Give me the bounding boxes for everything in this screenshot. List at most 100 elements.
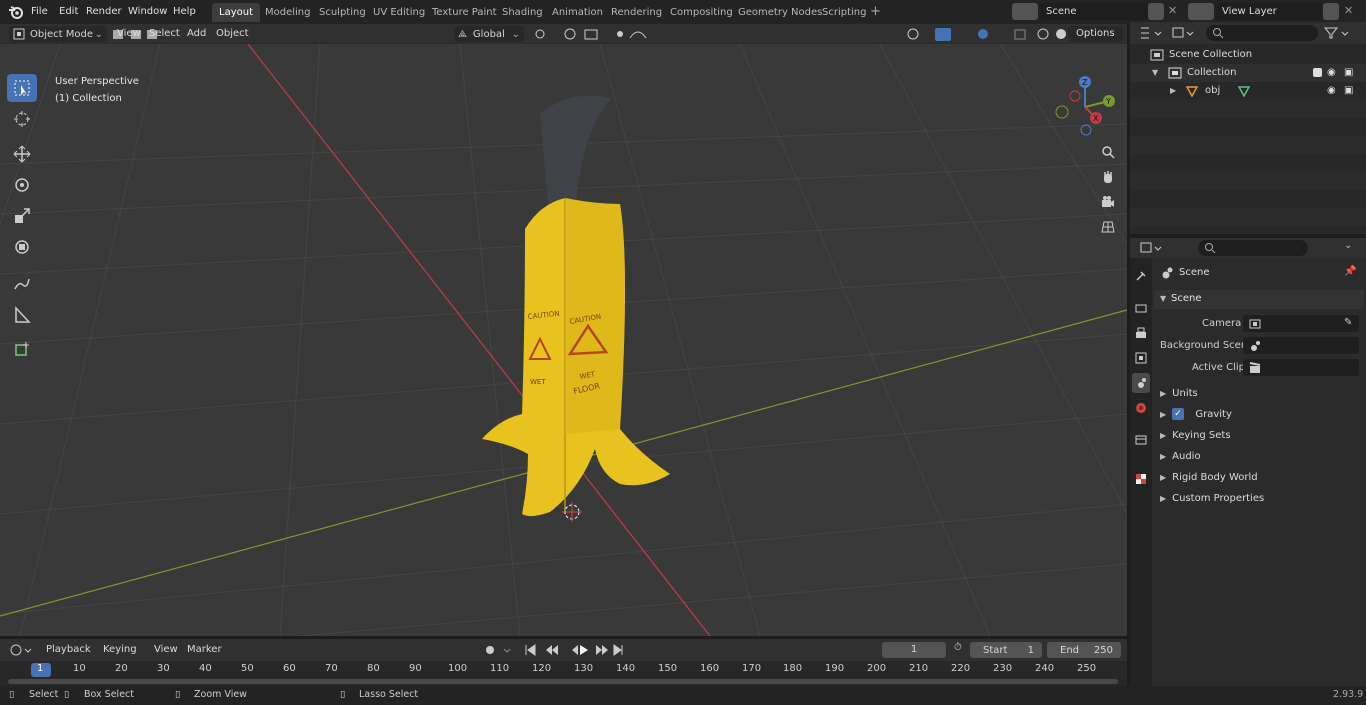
annotate-tool[interactable]	[7, 270, 37, 298]
world-tab-icon[interactable]	[1132, 398, 1150, 418]
texture-tab-icon[interactable]	[1132, 469, 1150, 489]
navigation-gizmo[interactable]: Z Y X	[1050, 72, 1120, 142]
obj-render-camera-icon[interactable]: ▣	[1344, 82, 1353, 100]
scene-close-icon[interactable]: ✕	[1168, 4, 1177, 17]
tab-texture-paint[interactable]: Texture Paint	[425, 3, 504, 22]
mesh-data-icon[interactable]	[1238, 85, 1250, 97]
menu-window[interactable]: Window	[124, 4, 171, 20]
scale-tool[interactable]	[7, 202, 37, 230]
3d-viewport[interactable]: CAUTION CAUTION WET WET FLOOR User Persp…	[0, 44, 1127, 636]
end-frame-field[interactable]: End 250	[1047, 642, 1121, 658]
panel-units[interactable]: ▶ Units	[1154, 384, 1364, 403]
expand-right-icon[interactable]: ▶	[1170, 82, 1176, 100]
tab-uv-editing[interactable]: UV Editing	[366, 3, 432, 22]
properties-options-chevron-icon[interactable]: ⌄	[1344, 240, 1352, 251]
view-layer-close-icon[interactable]: ✕	[1344, 4, 1353, 17]
add-cube-tool[interactable]	[7, 335, 37, 363]
view-layer-tab-icon[interactable]	[1132, 348, 1150, 368]
tab-rendering[interactable]: Rendering	[604, 3, 669, 22]
viewport-menu-add[interactable]: Add	[183, 26, 210, 42]
obj-visibility-eye-icon[interactable]: ◉	[1327, 82, 1336, 100]
properties-search-input[interactable]	[1198, 240, 1308, 256]
properties-editor-type-icon[interactable]	[1138, 240, 1164, 256]
tab-scripting[interactable]: Scripting	[815, 3, 873, 22]
scene-copy-icon[interactable]	[1148, 3, 1164, 20]
outliner-row-scene-collection[interactable]: Scene Collection	[1130, 46, 1366, 64]
add-workspace-icon[interactable]: +	[870, 5, 881, 18]
viewport-menu-view[interactable]: View	[113, 26, 145, 42]
scene-name-field[interactable]: Scene	[1040, 3, 1148, 20]
display-mode-icon[interactable]	[1170, 25, 1196, 41]
menu-help[interactable]: Help	[169, 4, 200, 20]
select-box-tool[interactable]	[7, 74, 37, 102]
outliner-row-collection[interactable]: ▼ Collection ◉ ▣	[1130, 64, 1366, 82]
current-frame-field[interactable]: 1	[882, 642, 946, 658]
playback-controls[interactable]	[520, 642, 630, 658]
options-dropdown[interactable]: Options	[1068, 26, 1123, 42]
timeline-menu-marker[interactable]: Marker	[183, 642, 226, 658]
render-tab-icon[interactable]	[1132, 298, 1150, 318]
viewport-menu-select[interactable]: Select	[145, 26, 184, 42]
collection-exclude-checkbox[interactable]	[1313, 68, 1322, 77]
output-tab-icon[interactable]	[1132, 323, 1150, 343]
viewport-menu-object[interactable]: Object	[212, 26, 253, 42]
outliner-editor-type-icon[interactable]	[1138, 25, 1164, 41]
view-layer-field[interactable]: View Layer	[1216, 3, 1322, 20]
measure-tool[interactable]	[7, 301, 37, 329]
visibility-eye-icon[interactable]: ◉	[1327, 64, 1336, 82]
panel-keying-sets[interactable]: ▶ Keying Sets	[1154, 426, 1364, 445]
tab-modeling[interactable]: Modeling	[258, 3, 318, 22]
camera-field[interactable]	[1243, 315, 1359, 332]
active-clip-field[interactable]	[1243, 359, 1359, 376]
outliner-search-input[interactable]	[1206, 25, 1318, 41]
tab-animation[interactable]: Animation	[545, 3, 610, 22]
eyedropper-icon[interactable]: ✎	[1344, 317, 1352, 328]
timeline-menu-keying[interactable]: Keying	[99, 642, 141, 658]
zoom-icon[interactable]	[1097, 141, 1119, 163]
blender-logo-icon[interactable]	[8, 4, 24, 20]
pan-hand-icon[interactable]	[1097, 166, 1119, 188]
transform-tool[interactable]	[7, 233, 37, 261]
perspective-grid-icon[interactable]	[1097, 216, 1119, 238]
timeline-editor-type-icon[interactable]	[8, 642, 34, 658]
tab-shading[interactable]: Shading	[495, 3, 550, 22]
camera-view-icon[interactable]	[1097, 191, 1119, 213]
gravity-checkbox[interactable]: ✓	[1172, 408, 1184, 420]
start-frame-field[interactable]: Start 1	[970, 642, 1042, 658]
panel-rigid-body-world[interactable]: ▶ Rigid Body World	[1154, 468, 1364, 487]
timeline-menu-playback[interactable]: Playback	[42, 642, 95, 658]
panel-custom-properties[interactable]: ▶ Custom Properties	[1154, 489, 1364, 508]
frame-tick: 40	[199, 663, 212, 674]
render-camera-icon[interactable]: ▣	[1344, 64, 1353, 82]
mode-dropdown[interactable]: Object Mode ⌄	[9, 26, 107, 42]
tab-compositing[interactable]: Compositing	[663, 3, 740, 22]
orientation-dropdown[interactable]: ⟁ Global ⌄	[454, 26, 524, 42]
tab-layout[interactable]: Layout	[212, 3, 260, 22]
filter-icon[interactable]	[1322, 25, 1352, 41]
move-tool[interactable]	[7, 140, 37, 168]
timeline-menu-view[interactable]: View	[150, 642, 182, 658]
record-button[interactable]	[480, 642, 514, 658]
snap-proportional-buttons[interactable]	[530, 26, 660, 42]
timeline-scrollbar[interactable]	[8, 679, 1118, 684]
tab-sculpting[interactable]: Sculpting	[312, 3, 373, 22]
view-layer-browse-button[interactable]	[1188, 3, 1214, 20]
cursor-tool[interactable]	[7, 105, 37, 133]
expand-down-icon[interactable]: ▼	[1152, 64, 1158, 82]
banana-object[interactable]: CAUTION CAUTION WET WET FLOOR	[470, 94, 690, 534]
menu-file[interactable]: File	[27, 4, 52, 20]
menu-render[interactable]: Render	[82, 4, 126, 20]
pin-icon[interactable]: 📌	[1344, 266, 1356, 277]
outliner-row-obj[interactable]: ▶ obj ◉ ▣	[1130, 82, 1366, 100]
rotate-tool[interactable]	[7, 171, 37, 199]
scene-browse-button[interactable]	[1012, 3, 1038, 20]
background-scene-field[interactable]	[1243, 337, 1359, 354]
panel-gravity[interactable]: ▶ ✓ Gravity	[1154, 405, 1364, 424]
tool-tab-icon[interactable]	[1132, 266, 1150, 286]
menu-edit[interactable]: Edit	[55, 4, 82, 20]
collection-tab-icon[interactable]	[1132, 430, 1150, 450]
view-layer-copy-icon[interactable]	[1323, 3, 1339, 20]
stopwatch-icon[interactable]: ⏱	[954, 642, 962, 653]
panel-audio[interactable]: ▶ Audio	[1154, 447, 1364, 466]
scene-tab-icon[interactable]	[1132, 373, 1150, 393]
